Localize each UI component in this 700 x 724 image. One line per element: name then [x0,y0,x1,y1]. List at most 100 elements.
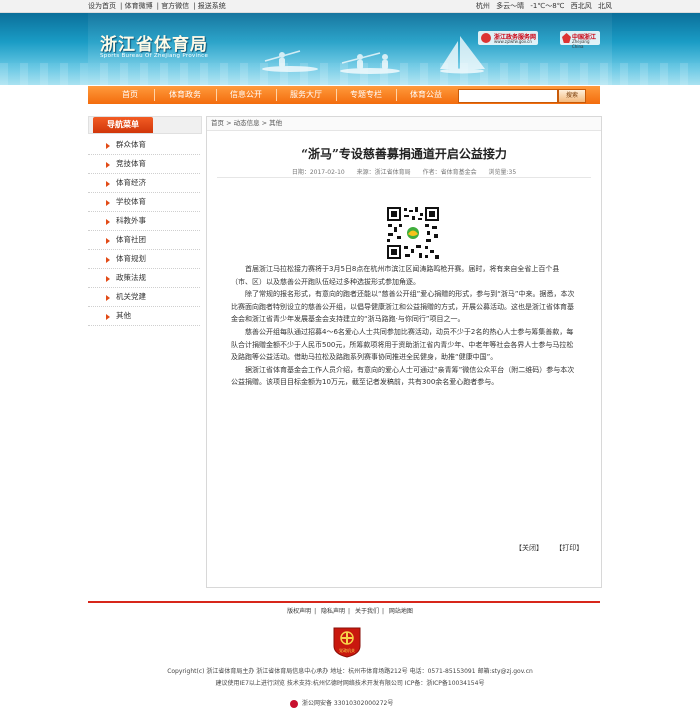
article-paragraph: 除了常规的报名形式，有意向的跑者还能以“慈善公开组”爱心捐赠的形式，参与到“浙马… [231,290,575,324]
sidebar-item-other[interactable]: 其他 [88,307,200,326]
arrow-right-icon [106,200,110,206]
nav-home[interactable]: 首页 [108,86,152,104]
report-system-link[interactable]: 报送系统 [198,2,226,10]
weather-city: 杭州 [475,2,490,10]
sidebar-title: 导航菜单 [93,117,153,133]
qr-code-icon [385,205,441,261]
arrow-right-icon [106,219,110,225]
china-zhejiang-logo[interactable]: 中国浙江 Zhejiang China [560,31,600,49]
sidebar-item-school-sports[interactable]: 学校体育 [88,193,200,212]
weather-wind2: 北风 [598,2,612,10]
arrow-right-icon [106,143,110,149]
site-subtitle: Sports Bureau Of Zhejiang Province [100,53,209,59]
sidebar-item-science-foreign[interactable]: 科教外事 [88,212,200,231]
sidebar-menu: 群众体育 竞技体育 体育经济 学校体育 科教外事 体育社团 体育规划 政策法规 … [88,136,200,326]
nav-separator [216,89,217,101]
weather-wind1: 西北风 [570,2,592,10]
party-gov-emblem[interactable]: 党政机关 [331,626,363,658]
nav-separator [154,89,155,101]
arrow-right-icon [106,295,110,301]
arrow-right-icon [106,314,110,320]
sidebar-item-mass-sports[interactable]: 群众体育 [88,136,200,155]
sidebar-item-label: 其他 [116,311,131,320]
sidebar-item-label: 群众体育 [116,140,146,149]
search-input[interactable] [458,89,558,103]
top-links: 设为首页 | 体育微博 | 官方微信 | 报送系统 [88,2,226,10]
site-title: 浙江省体育局 [100,35,208,55]
article-paragraph: 据浙江省体育基金会工作人员介绍，有意向的爱心人士可通过“亲青筹”微信公众平台（附… [231,365,575,387]
footer-privacy-link[interactable]: 隐私声明 [321,608,345,615]
wechat-link[interactable]: 官方微信 [161,2,189,10]
article-views: 浏览量:35 [488,169,517,176]
emblem-label: 党政机关 [339,648,355,653]
header-banner: 浙江省体育局 Sports Bureau Of Zhejiang Provinc… [0,13,700,85]
top-bar: 设为首页 | 体育微博 | 官方微信 | 报送系统 杭州 多云～晴 -1℃～8℃ 西北… [0,0,700,13]
nav-separator [276,89,277,101]
weather-info: 杭州 多云～晴 -1℃～8℃ 西北风 北风 [472,1,612,11]
nav-separator [396,89,397,101]
arrow-right-icon [106,257,110,263]
sidebar-item-sports-planning[interactable]: 体育规划 [88,250,200,269]
article-body: 首届浙江马拉松接力赛将于3月5日8点在杭州市滨江区闻涛路鸣枪开赛。届时，将有来自… [231,263,579,389]
close-button[interactable]: 【关闭】 [515,544,543,552]
main-nav: 首页 体育政务 信息公开 服务大厅 专题专栏 体育公益 搜索 [88,86,600,104]
nav-sports-charity[interactable]: 体育公益 [398,86,454,104]
sidebar-item-label: 机关党建 [116,292,146,301]
nav-info-disclosure[interactable]: 信息公开 [218,86,274,104]
sidebar-item-competitive-sports[interactable]: 竞技体育 [88,155,200,174]
arrow-right-icon [106,162,110,168]
search-button[interactable]: 搜索 [558,89,586,103]
article-actions: 【关闭】 【打印】 [505,543,583,553]
china-zhejiang-subtitle: Zhejiang China [572,39,590,49]
article-source: 来源：浙江省体育局 [356,169,411,176]
gov-service-icon [481,33,491,43]
nav-special-topics[interactable]: 专题专栏 [338,86,394,104]
sidebar-item-label: 体育经济 [116,178,146,187]
footer-police-record[interactable]: 浙公网安备 33010302000272号 [290,698,393,708]
gov-service-url: www.zjzwfw.gov.cn [494,39,532,44]
meta-divider [217,177,591,178]
article-date: 日期：2017-02-10 [291,169,345,176]
footer-sitemap-link[interactable]: 网站地图 [389,608,413,615]
article-author: 作者：省体育基金会 [422,169,477,176]
police-record-text: 浙公网安备 33010302000272号 [302,700,394,707]
nav-service-hall[interactable]: 服务大厅 [278,86,334,104]
weather-temp: -1℃～8℃ [530,2,565,10]
arrow-right-icon [106,181,110,187]
article-title: “浙马”专设慈善募捐通道开启公益接力 [301,147,507,161]
set-homepage-link[interactable]: 设为首页 [88,2,116,10]
footer-copyright-link[interactable]: 版权声明 [287,608,311,615]
sidebar-item-policies[interactable]: 政策法规 [88,269,200,288]
arrow-right-icon [106,238,110,244]
sidebar-item-sports-associations[interactable]: 体育社团 [88,231,200,250]
weibo-link[interactable]: 体育微博 [125,2,153,10]
footer-copyright: Copyright(c) 浙江省体育局主办 浙江省体育局信息中心承办 地址：杭州… [167,668,533,675]
zj-gov-service-logo[interactable]: 浙江政务服务网 www.zjzwfw.gov.cn [478,31,538,45]
china-zhejiang-icon [562,33,571,43]
article-paragraph: 首届浙江马拉松接力赛将于3月5日8点在杭州市滨江区闻涛路鸣枪开赛。届时，将有来自… [231,265,560,286]
sidebar-item-label: 学校体育 [116,197,146,206]
article-meta: 日期：2017-02-10 来源：浙江省体育局 作者：省体育基金会 浏览量:35 [207,167,601,176]
sidebar-item-party-building[interactable]: 机关党建 [88,288,200,307]
breadcrumb: 首页 > 动态信息 > 其他 [207,117,601,131]
article-panel: 首页 > 动态信息 > 其他 “浙马”专设慈善募捐通道开启公益接力 日期：201… [206,116,602,588]
nav-separator [336,89,337,101]
footer-divider [88,601,600,603]
sidebar-header: 导航菜单 [88,116,202,134]
breadcrumb-path[interactable]: 首页 > 动态信息 > 其他 [211,117,282,130]
footer-about-link[interactable]: 关于我们 [355,608,379,615]
sidebar-item-sports-economy[interactable]: 体育经济 [88,174,200,193]
arrow-right-icon [106,276,110,282]
sidebar-item-label: 竞技体育 [116,159,146,168]
footer-links: 版权声明 | 隐私声明 | 关于我们 | 网站地图 [287,608,413,615]
print-button[interactable]: 【打印】 [555,544,583,552]
sidebar-item-label: 体育规划 [116,254,146,263]
weather-condition: 多云～晴 [496,2,525,10]
sidebar-item-label: 科教外事 [116,216,146,225]
footer-tech-support: 建议使用IE7以上进行浏览 技术支持:杭州亿德时网络技术开发有限公司 ICP备：… [215,680,485,687]
article-paragraph: 慈善公开组每队通过招募4～6名爱心人士共同参加比赛活动，动员不少于2名的热心人士… [231,327,574,362]
sidebar-item-label: 政策法规 [116,273,146,282]
nav-sports-affairs[interactable]: 体育政务 [156,86,214,104]
sidebar-item-label: 体育社团 [116,235,146,244]
police-badge-icon [290,699,298,708]
